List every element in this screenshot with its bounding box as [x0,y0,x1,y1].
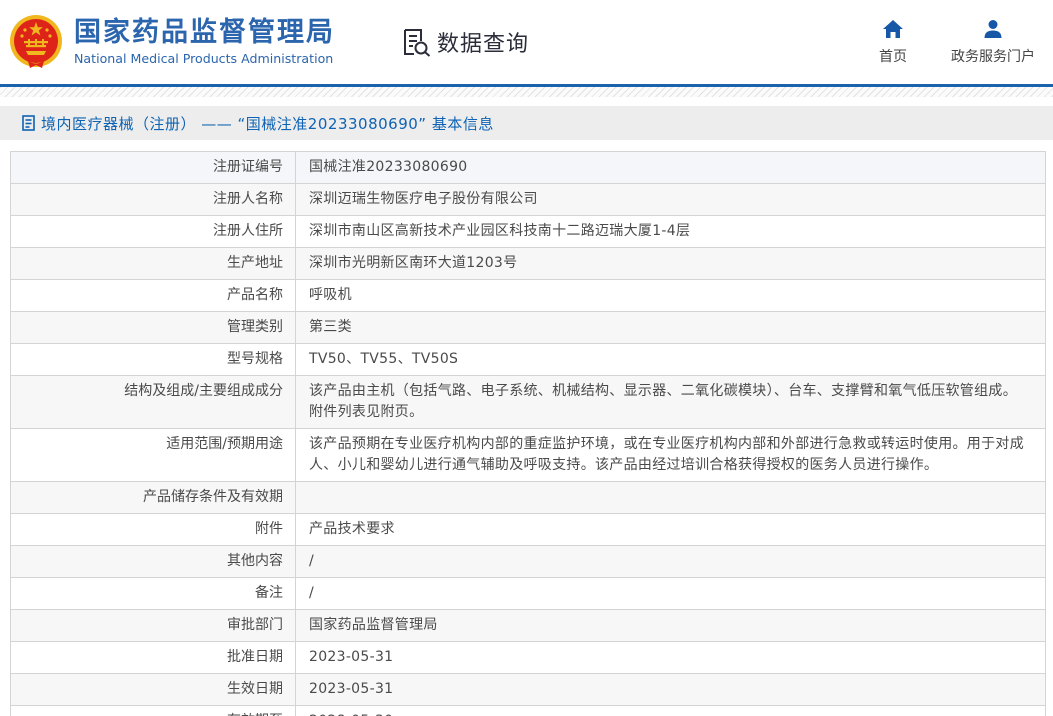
row-value: 该产品预期在专业医疗机构内部的重症监护环境，或在专业医疗机构内部和外部进行急救或… [309,436,1024,473]
table-row: 生效日期 2023-05-31 [11,674,1045,706]
row-value: 深圳迈瑞生物医疗电子股份有限公司 [309,191,538,207]
user-icon [984,20,1002,38]
site-logo[interactable]: 国家药品监督管理局 National Medical Products Admi… [8,14,335,70]
row-value: 国械注准20233080690 [309,159,468,175]
row-value: / [309,585,315,601]
table-row: 备注 / [11,578,1045,610]
breadcrumb-text: 境内医疗器械（注册） —— “国械注准20233080690” 基本信息 [41,114,494,133]
row-label: 有效期至 [11,706,296,716]
national-emblem-icon [10,15,62,68]
site-title: 国家药品监督管理局 [74,16,335,48]
nav-home-label: 首页 [879,49,907,65]
row-label: 附件 [11,514,296,545]
row-label: 适用范围/预期用途 [11,429,296,481]
header: 国家药品监督管理局 National Medical Products Admi… [0,0,1053,84]
table-row: 产品储存条件及有效期 [11,482,1045,514]
table-row: 注册证编号 国械注准20233080690 [11,152,1045,184]
row-value [296,482,1045,513]
table-row: 适用范围/预期用途 该产品预期在专业医疗机构内部的重症监护环境，或在专业医疗机构内… [11,429,1045,482]
row-label: 备注 [11,578,296,609]
site-subtitle: National Medical Products Administration [74,50,334,66]
row-value: 呼吸机 [309,287,352,303]
table-row: 管理类别 第三类 [11,312,1045,344]
info-table: 注册证编号 国械注准20233080690 注册人名称 深圳迈瑞生物医疗电子股份有限公… [10,151,1046,716]
row-value: 深圳市南山区高新技术产业园区科技南十二路迈瑞大厦1-4层 [309,223,691,239]
table-row: 注册人住所 深圳市南山区高新技术产业园区科技南十二路迈瑞大厦1-4层 [11,216,1045,248]
row-label: 管理类别 [11,312,296,343]
nav-portal-label: 政务服务门户 [951,49,1035,65]
table-row: 有效期至2028-05-30 [11,706,1045,716]
nav-home[interactable]: 首页 [879,18,907,66]
table-row: 批准日期 2023-05-31 [11,642,1045,674]
table-row: 产品名称 呼吸机 [11,280,1045,312]
row-value: 该产品由主机（包括气路、电子系统、机械结构、显示器、二氧化碳模块）、台车、支撑臂… [309,383,1017,420]
row-label: 生效日期 [11,674,296,705]
table-row: 结构及组成/主要组成成分 该产品由主机（包括气路、电子系统、机械结构、显示器、二氧… [11,376,1045,429]
breadcrumb: 境内医疗器械（注册） —— “国械注准20233080690” 基本信息 [0,106,1053,140]
row-label: 产品储存条件及有效期 [11,482,296,513]
table-row: 注册人名称 深圳迈瑞生物医疗电子股份有限公司 [11,184,1045,216]
data-query-link[interactable]: 数据查询 [401,26,529,58]
spacer [0,140,1053,151]
table-row: 审批部门 国家药品监督管理局 [11,610,1045,642]
row-value: 国家药品监督管理局 [309,617,438,633]
row-value: 2023-05-31 [309,681,394,697]
header-nav: 首页 政务服务门户 [879,18,1039,66]
table-row: 生产地址 深圳市光明新区南环大道1203号 [11,248,1045,280]
row-label: 注册人住所 [11,216,296,247]
hatch-band [0,87,1053,97]
data-query-icon [404,29,431,57]
row-label: 批准日期 [11,642,296,673]
row-label: 审批部门 [11,610,296,641]
row-value: TV50、TV55、TV50S [309,351,459,367]
row-label: 结构及组成/主要组成成分 [11,376,296,428]
row-label: 生产地址 [11,248,296,279]
row-value: 产品技术要求 [309,521,395,537]
row-label: 型号规格 [11,344,296,375]
nav-portal[interactable]: 政务服务门户 [951,18,1035,66]
table-row: 型号规格 TV50、TV55、TV50S [11,344,1045,376]
spacer [0,97,1053,106]
row-value: 第三类 [309,319,352,335]
document-icon [22,115,35,131]
row-label: 其他内容 [11,546,296,577]
row-label: 注册证编号 [11,152,296,183]
table-row: 其他内容 / [11,546,1045,578]
table-row: 附件 产品技术要求 [11,514,1045,546]
row-value: 深圳市光明新区南环大道1203号 [309,255,518,271]
row-value: / [309,553,315,569]
home-icon [883,20,903,38]
row-label: 注册人名称 [11,184,296,215]
row-value: 2028-05-30 [296,706,1045,716]
row-value: 2023-05-31 [309,649,394,665]
data-query-label: 数据查询 [437,32,530,57]
row-label: 产品名称 [11,280,296,311]
